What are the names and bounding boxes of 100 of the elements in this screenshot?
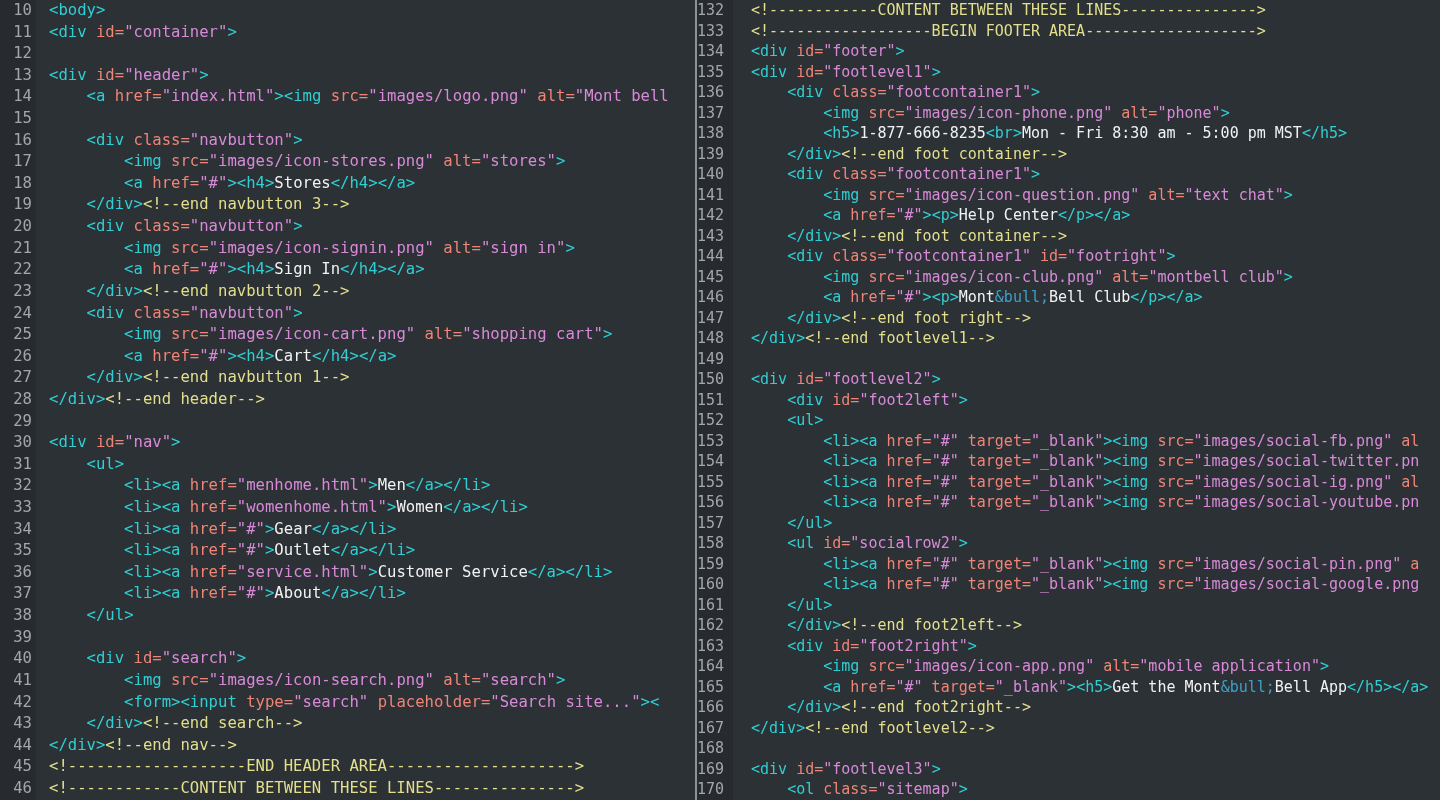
line-number: 24	[0, 302, 36, 325]
line-number: 10	[0, 0, 36, 22]
line-number: 38	[0, 605, 36, 627]
line-number: 157	[697, 512, 733, 533]
code-line: <!-------------------END HEADER AREA-------------------->	[49, 756, 585, 778]
code-line: <div id="nav">	[49, 432, 181, 454]
line-number: 26	[0, 345, 36, 368]
line-number: 158	[697, 533, 733, 554]
line-number: 32	[0, 475, 36, 498]
code-line: <div class="navbutton">	[85, 302, 303, 324]
line-number: 25	[0, 324, 36, 346]
code-line: <li><a href="#">Gear</a></li>	[123, 518, 397, 540]
line-number: 155	[697, 471, 733, 492]
code-line: </div><!--end footlevel2-->	[751, 717, 995, 738]
code-line: <a href="#"><h4>Sign In</h4></a>	[123, 259, 425, 281]
line-number: 37	[0, 583, 36, 606]
code-line: <li><a href="#">Outlet</a></li>	[123, 540, 416, 562]
line-number: 164	[697, 656, 733, 677]
code-line: <li><a href="#">About</a></li>	[123, 583, 406, 605]
code-line: <a href="#"><h4>Cart</h4></a>	[123, 345, 397, 367]
line-number: 19	[0, 194, 36, 217]
line-number: 148	[697, 328, 733, 349]
code-line: <img src="images/icon-stores.png" alt="stores">	[123, 151, 566, 173]
code-line: <!------------CONTENT BETWEEN THESE LINES--------------->	[751, 0, 1266, 21]
line-number: 18	[0, 172, 36, 195]
code-line: <li><a href="#" target="_blank"><img src="images/social-pin.png" a	[822, 553, 1420, 574]
code-line: <div id="footlevel3">	[751, 758, 941, 779]
code-line: </div><!--end foot2right-->	[786, 697, 1031, 718]
line-number: 133	[697, 20, 733, 41]
line-number: 156	[697, 492, 733, 513]
code-line: <ul>	[786, 410, 824, 431]
code-line: <li><a href="#" target="_blank"><img src="images/social-ig.png" al	[822, 471, 1420, 492]
line-number: 161	[697, 594, 733, 615]
code-line: <li><a href="#" target="_blank"><img src="images/social-youtube.pn	[822, 492, 1420, 513]
code-line: </ul>	[85, 605, 134, 627]
code-line: <form><input type="search" placeholder="Search site..."><	[123, 691, 660, 713]
line-number: 36	[0, 561, 36, 584]
code-line: </div><!--end navbutton 3-->	[85, 194, 350, 216]
line-number: 45	[0, 756, 36, 778]
code-line: <div id="container">	[49, 21, 237, 43]
line-number: 11	[0, 21, 36, 44]
code-line: </div><!--end foot right-->	[786, 307, 1031, 328]
line-number: 140	[697, 164, 733, 185]
line-number: 162	[697, 615, 733, 636]
code-line: <div class="navbutton">	[85, 129, 303, 151]
code-line: <!------------CONTENT BETWEEN THESE LINES--------------->	[49, 777, 585, 799]
line-number: 34	[0, 518, 36, 541]
line-number: 143	[697, 225, 733, 246]
line-number: 146	[697, 287, 733, 308]
code-line: <img src="images/icon-club.png" alt="montbell club">	[822, 266, 1293, 287]
code-line: </div><!--end header-->	[49, 388, 265, 410]
line-number: 12	[0, 43, 36, 65]
line-number: 169	[697, 758, 733, 779]
code-line: <ol class="sitemap">	[786, 779, 968, 800]
line-number: 29	[0, 410, 36, 433]
code-line: <li><a href="#" target="_blank"><img src="images/social-fb.png" al	[822, 430, 1420, 451]
line-number: 41	[0, 669, 36, 692]
line-number: 42	[0, 691, 36, 714]
line-number: 135	[697, 61, 733, 82]
line-number: 167	[697, 717, 733, 738]
line-number: 27	[0, 367, 36, 389]
code-line: <li><a href="#" target="_blank"><img src="images/social-twitter.pn	[822, 451, 1420, 472]
line-number: 160	[697, 574, 733, 595]
line-number: 132	[697, 0, 733, 21]
line-number: 152	[697, 410, 733, 431]
code-line: <img src="images/icon-question.png" alt="text chat">	[822, 184, 1293, 205]
line-number: 145	[697, 266, 733, 287]
line-number: 149	[697, 348, 733, 369]
code-line: </div><!--end footlevel1-->	[751, 328, 995, 349]
line-number: 15	[0, 108, 36, 130]
code-line: <!------------------BEGIN FOOTER AREA------------------->	[751, 20, 1266, 41]
line-number: 35	[0, 540, 36, 562]
code-line: <div id="header">	[49, 64, 209, 86]
code-line: </ul>	[786, 594, 833, 615]
code-line: <img src="images/icon-phone.png" alt="phone">	[822, 102, 1230, 123]
code-line: <a href="#"><p>Help Center</p></a>	[822, 205, 1131, 226]
line-number: 17	[0, 151, 36, 173]
code-line: <li><a href="service.html">Customer Service</a></li>	[123, 561, 613, 583]
code-line: <ul id="socialrow2">	[786, 533, 968, 554]
line-number: 154	[697, 451, 733, 472]
code-line: </div><!--end navbutton 2-->	[85, 280, 350, 302]
line-number: 43	[0, 713, 36, 735]
line-number: 168	[697, 738, 733, 759]
code-line: <img src="images/icon-signin.png" alt="sign in">	[123, 237, 575, 259]
code-line: <div id="search">	[85, 648, 247, 670]
line-number: 13	[0, 64, 36, 87]
line-number: 166	[697, 697, 733, 718]
code-line: <a href="#" target="_blank"><h5>Get the Mont&bull;Bell App</h5></a>	[822, 676, 1429, 697]
code-line: <img src="images/icon-cart.png" alt="shopping cart">	[123, 324, 613, 346]
code-line: <ul>	[85, 453, 125, 475]
line-number: 136	[697, 82, 733, 103]
code-line: <h5>1-877-666-8235<br>Mon - Fri 8:30 am - 5:00 pm MST</h5>	[822, 123, 1348, 144]
line-number: 40	[0, 648, 36, 670]
line-number: 46	[0, 777, 36, 800]
code-line: <li><a href="womenhome.html">Women</a></li>	[123, 497, 528, 518]
code-line: </ul>	[786, 512, 833, 533]
code-line: <div class="footcontainer1">	[786, 82, 1040, 103]
code-line: <div id="footer">	[751, 41, 905, 62]
code-line: <li><a href="menhome.html">Men</a></li>	[123, 475, 491, 497]
line-number: 151	[697, 389, 733, 410]
